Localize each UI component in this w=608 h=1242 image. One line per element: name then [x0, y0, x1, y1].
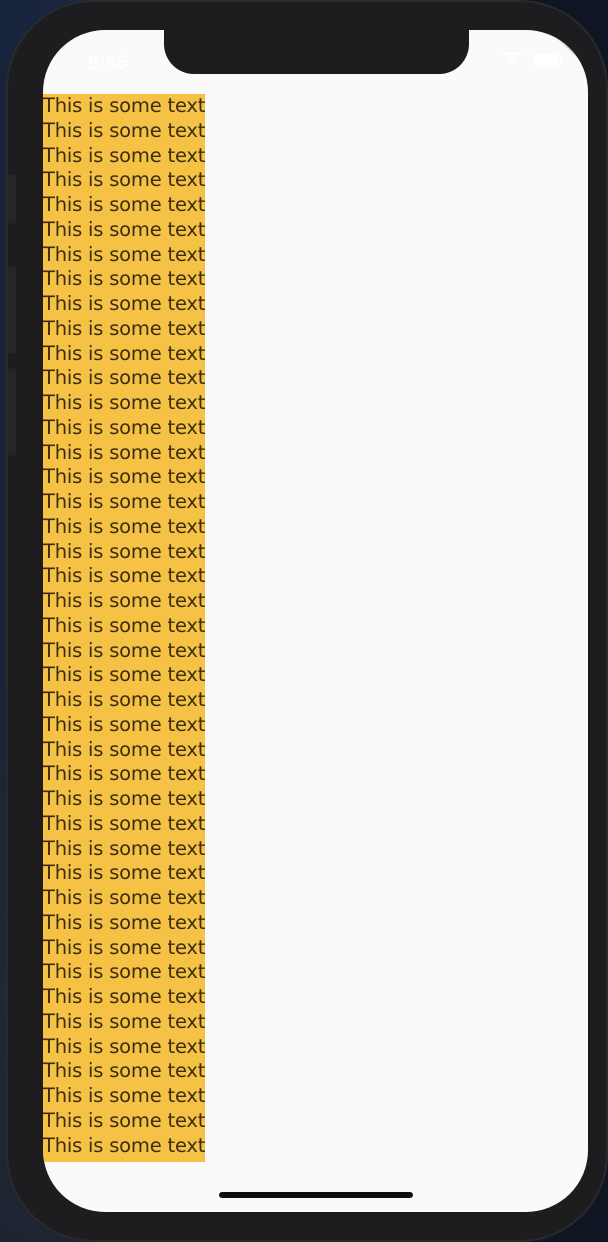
text-line: This is some text [43, 663, 205, 687]
app-screen: 9:55 DEBUG This is some text This is some… [43, 30, 588, 1212]
text-line: This is some text [43, 688, 205, 711]
text-line: This is some text [43, 712, 205, 736]
text-list[interactable]: This is some text This is some text This i… [43, 94, 205, 1162]
text-line: This is some text [43, 391, 205, 414]
text-line: This is some text [43, 341, 205, 365]
text-line: This is some text [43, 366, 205, 390]
text-line: This is some text [43, 960, 205, 984]
text-line: This is some text [43, 638, 205, 662]
text-line: This is some text [43, 514, 205, 538]
text-line: This is some text [43, 910, 205, 934]
silent-switch [8, 174, 16, 224]
text-line: This is some text [43, 613, 205, 637]
text-line: This is some text [43, 168, 205, 192]
text-line: This is some text [43, 1133, 205, 1157]
text-line: This is some text [43, 217, 205, 241]
text-line: This is some text [43, 118, 205, 142]
text-line: This is some text [43, 1059, 205, 1083]
text-line: This is some text [43, 440, 205, 464]
text-line: This is some text [43, 1108, 205, 1132]
text-line: This is some text [43, 94, 205, 117]
volume-up-button [8, 266, 16, 354]
text-line: This is some text [43, 1084, 205, 1107]
text-line: This is some text [43, 539, 205, 563]
text-line: This is some text [43, 836, 205, 860]
camera-notch [164, 30, 469, 74]
text-line: This is some text [43, 1009, 205, 1033]
text-line: This is some text [43, 267, 205, 291]
text-line: This is some text [43, 193, 205, 216]
text-line: This is some text [43, 787, 205, 810]
text-line: This is some text [43, 935, 205, 959]
text-line: This is some text [43, 985, 205, 1008]
text-line: This is some text [43, 737, 205, 761]
text-line: This is some text [43, 861, 205, 885]
text-line: This is some text [43, 292, 205, 315]
text-line: This is some text [43, 886, 205, 909]
text-line: This is some text [43, 316, 205, 340]
text-line: This is some text [43, 1034, 205, 1058]
text-line: This is some text [43, 415, 205, 439]
text-line: This is some text [43, 490, 205, 513]
text-line: This is some text [43, 589, 205, 612]
text-line: This is some text [43, 465, 205, 489]
text-line: This is some text [43, 564, 205, 588]
phone-frame: 9:55 DEBUG This is some text This is some… [6, 0, 608, 1242]
status-time: 9:55 [88, 53, 129, 74]
wifi-icon [502, 52, 522, 66]
text-line: This is some text [43, 762, 205, 786]
text-line: This is some text [43, 143, 205, 167]
home-indicator[interactable] [219, 1192, 413, 1198]
battery-icon [533, 54, 562, 67]
text-line: This is some text [43, 811, 205, 835]
volume-down-button [8, 368, 16, 456]
text-line: This is some text [43, 242, 205, 266]
